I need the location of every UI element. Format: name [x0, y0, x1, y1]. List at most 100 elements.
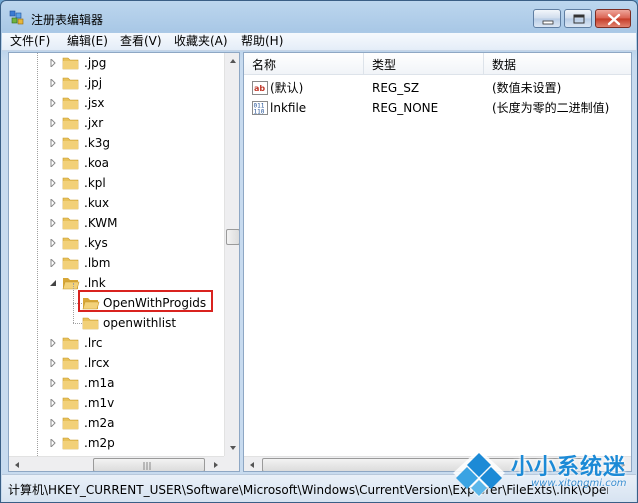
- tree-item-kys[interactable]: .kys: [9, 233, 224, 253]
- close-icon: [607, 13, 621, 26]
- expanded-arrow-icon[interactable]: [49, 279, 57, 287]
- value-type: REG_SZ: [372, 81, 420, 95]
- binary-value-icon: 011 110: [252, 101, 268, 116]
- folder-icon: [62, 73, 80, 93]
- tree-guide-line: [73, 303, 74, 323]
- collapsed-arrow-icon[interactable]: [49, 219, 57, 227]
- scroll-right-icon[interactable]: [208, 457, 224, 472]
- tree-item-jsx[interactable]: .jsx: [9, 93, 224, 113]
- string-value-icon: ab: [252, 81, 268, 95]
- value-data: (长度为零的二进制值): [492, 101, 610, 115]
- menu-view[interactable]: 查看(V): [120, 34, 162, 49]
- title-bar[interactable]: 注册表编辑器: [1, 1, 637, 33]
- tree-vertical-scrollbar[interactable]: [224, 53, 240, 456]
- folder-icon: [62, 393, 80, 413]
- scroll-left-icon[interactable]: [9, 457, 25, 472]
- collapsed-arrow-icon[interactable]: [49, 339, 57, 347]
- tree-horizontal-scroll-thumb[interactable]: [93, 458, 205, 471]
- tree-item-label: .lrcx: [84, 356, 110, 370]
- value-name: lnkfile: [270, 101, 307, 115]
- tree-item-label: .m2p: [84, 436, 115, 450]
- collapsed-arrow-icon[interactable]: [49, 379, 57, 387]
- tree-item-lrc[interactable]: .lrc: [9, 333, 224, 353]
- tree-item-lrcx[interactable]: .lrcx: [9, 353, 224, 373]
- collapsed-arrow-icon[interactable]: [49, 259, 57, 267]
- collapsed-arrow-icon[interactable]: [49, 139, 57, 147]
- minimize-button[interactable]: [533, 9, 561, 28]
- collapsed-arrow-icon[interactable]: [49, 239, 57, 247]
- scroll-down-icon[interactable]: [225, 440, 240, 456]
- tree-vertical-scroll-thumb[interactable]: [226, 229, 239, 245]
- folder-icon: [62, 53, 80, 73]
- column-header-data[interactable]: 数据: [484, 53, 631, 75]
- tree-item-jpg[interactable]: .jpg: [9, 53, 224, 73]
- tree-item-openwithlist[interactable]: openwithlist: [9, 303, 224, 333]
- tree-item-m1v[interactable]: .m1v: [9, 393, 224, 413]
- menu-help[interactable]: 帮助(H): [241, 34, 283, 49]
- watermark-url: www.xitongmi.com: [531, 478, 627, 489]
- maximize-button[interactable]: [564, 9, 592, 28]
- tree-item-label: .lbm: [84, 256, 111, 270]
- value-row[interactable]: 011 110 lnkfile REG_NONE (长度为零的二进制值): [244, 98, 631, 118]
- close-button[interactable]: [595, 9, 631, 28]
- folder-icon: [62, 133, 80, 153]
- value-type: REG_NONE: [372, 101, 439, 115]
- collapsed-arrow-icon[interactable]: [49, 79, 57, 87]
- menu-favorites[interactable]: 收藏夹(A): [174, 34, 228, 49]
- collapsed-arrow-icon[interactable]: [49, 199, 57, 207]
- collapsed-arrow-icon[interactable]: [49, 179, 57, 187]
- value-list-pane[interactable]: 名称 类型 数据 ab (默认) REG_SZ (数值未设置) 011 110 …: [243, 52, 632, 472]
- folder-icon: [62, 173, 80, 193]
- tree-horizontal-scrollbar[interactable]: [9, 456, 224, 472]
- folder-icon: [62, 373, 80, 393]
- collapsed-arrow-icon[interactable]: [49, 119, 57, 127]
- menu-bar: 文件(F) 编辑(E) 查看(V) 收藏夹(A) 帮助(H): [2, 33, 636, 51]
- column-header-type[interactable]: 类型: [364, 53, 484, 75]
- tree-item-m2p[interactable]: .m2p: [9, 433, 224, 453]
- collapsed-arrow-icon[interactable]: [49, 59, 57, 67]
- column-header-type-label: 类型: [372, 58, 397, 72]
- minimize-icon: [542, 20, 554, 25]
- tree-item-label: .lnk: [84, 276, 106, 290]
- menu-edit[interactable]: 编辑(E): [67, 34, 108, 49]
- folder-icon: [62, 413, 80, 433]
- tree-item-kwm[interactable]: .KWM: [9, 213, 224, 233]
- menu-file[interactable]: 文件(F): [10, 34, 50, 49]
- collapsed-arrow-icon[interactable]: [49, 359, 57, 367]
- window-title: 注册表编辑器: [31, 13, 104, 27]
- folder-icon: [62, 433, 80, 453]
- tree-item-label: .jpg: [84, 56, 107, 70]
- tree-item-m2a[interactable]: .m2a: [9, 413, 224, 433]
- tree-item-label: openwithlist: [103, 316, 177, 330]
- column-header-name[interactable]: 名称: [244, 53, 364, 75]
- tree-item-m1a[interactable]: .m1a: [9, 373, 224, 393]
- tree-item-label: .KWM: [84, 216, 118, 230]
- collapsed-arrow-icon[interactable]: [49, 99, 57, 107]
- tree-item-jxr[interactable]: .jxr: [9, 113, 224, 133]
- collapsed-arrow-icon[interactable]: [49, 159, 57, 167]
- svg-text:ab: ab: [254, 84, 265, 93]
- value-data: (数值未设置): [492, 81, 562, 95]
- value-row[interactable]: ab (默认) REG_SZ (数值未设置): [244, 78, 631, 98]
- tree-item-label: .m1a: [84, 376, 115, 390]
- collapsed-arrow-icon[interactable]: [49, 399, 57, 407]
- folder-icon: [62, 353, 80, 373]
- collapsed-arrow-icon[interactable]: [49, 419, 57, 427]
- tree-guide-branch: [73, 323, 82, 324]
- tree-item-koa[interactable]: .koa: [9, 153, 224, 173]
- scroll-up-icon[interactable]: [225, 53, 240, 69]
- key-tree-pane[interactable]: .jpg .jpj .jsx .jxr .k3g .koa .kpl .kux .KWM .kys…: [8, 52, 240, 472]
- tree-item-kpl[interactable]: .kpl: [9, 173, 224, 193]
- tree-item-lbm[interactable]: .lbm: [9, 253, 224, 273]
- scroll-left-icon[interactable]: [244, 457, 260, 472]
- tree-item-label: .jpj: [84, 76, 103, 90]
- tree-item-label: .lrc: [84, 336, 103, 350]
- tree-item-jpj[interactable]: .jpj: [9, 73, 224, 93]
- tree-item-k3g[interactable]: .k3g: [9, 133, 224, 153]
- tree-item-kux[interactable]: .kux: [9, 193, 224, 213]
- folder-icon: [82, 313, 100, 333]
- collapsed-arrow-icon[interactable]: [49, 439, 57, 447]
- tree-item-label: .m2a: [84, 416, 115, 430]
- folder-icon: [62, 213, 80, 233]
- scrollbar-corner: [224, 456, 239, 471]
